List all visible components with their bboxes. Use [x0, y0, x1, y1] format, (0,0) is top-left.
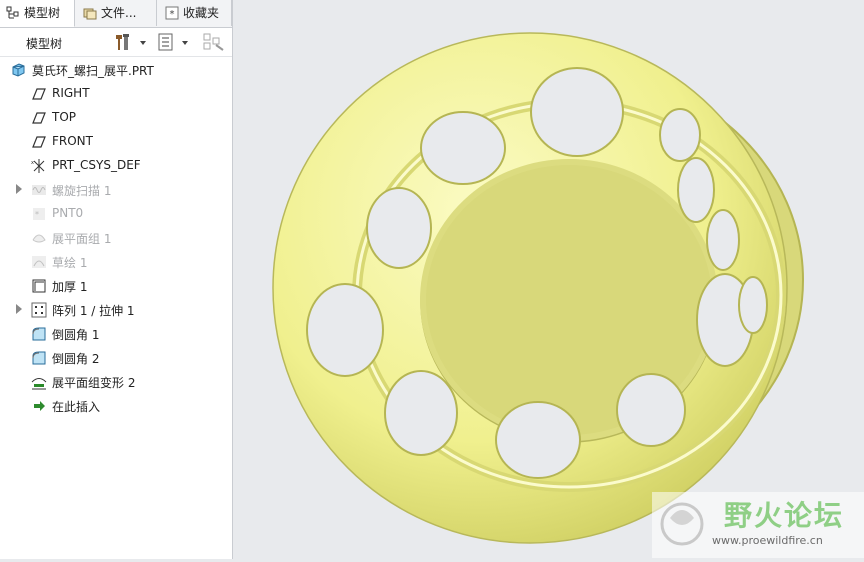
bearing-cage-3d-model: [272, 32, 804, 544]
tree-item-label: PRT_CSYS_DEF: [52, 158, 141, 172]
tab-folder-browser[interactable]: 文件...: [75, 0, 157, 26]
tree-item-datum-plane[interactable]: TOP: [0, 106, 232, 130]
tree-item-datum-plane[interactable]: RIGHT: [0, 82, 232, 106]
folder-browser-icon: [83, 8, 97, 20]
tree-toolbar: 模型树: [0, 28, 232, 57]
model-tree-icon: [6, 6, 19, 19]
tree-item-label: TOP: [52, 110, 77, 124]
tree-item-sketch[interactable]: 草绘 1: [0, 250, 232, 274]
tree-item-round[interactable]: 倒圆角 1: [0, 322, 232, 346]
insert-here-arrow-icon: [34, 401, 45, 411]
model-tree-panel: 模型树 文件... * 收藏夹 模型树 莫氏环_螺扫_展平.PRT RIGHT …: [0, 0, 233, 559]
tab-label: 模型树: [24, 6, 61, 20]
graphics-viewport[interactable]: [233, 0, 864, 559]
tree-item-thicken[interactable]: 加厚 1: [0, 274, 232, 298]
tree-item-datum-point[interactable]: * PNT0: [0, 202, 232, 226]
tree-item-label: 在此插入: [52, 400, 101, 414]
datum-plane-icon: [32, 136, 46, 148]
datum-point-icon: *: [33, 208, 45, 220]
favorites-icon: *: [165, 6, 179, 20]
tree-item-helical-sweep[interactable]: 螺旋扫描 1: [0, 178, 232, 202]
tab-model-tree[interactable]: 模型树: [0, 0, 75, 27]
tree-item-label: 展平面组变形 2: [52, 376, 136, 390]
thicken-icon: [32, 279, 46, 293]
tree-item-label: 草绘 1: [52, 256, 88, 270]
tree-item-label: FRONT: [52, 134, 93, 148]
tab-label: 收藏夹: [183, 6, 220, 20]
round-icon: [32, 351, 46, 365]
tree-title: 模型树: [26, 37, 63, 51]
tree-item-label: 阵列 1 / 拉伸 1: [52, 304, 135, 318]
coordinate-system-icon: x: [31, 159, 45, 173]
datum-plane-icon: [32, 88, 46, 100]
datum-plane-icon: [32, 112, 46, 124]
settings-tools-icon[interactable]: [114, 33, 150, 51]
tree-item-label: 展平面组 1: [52, 232, 112, 246]
tab-label: 文件...: [101, 6, 137, 20]
show-list-icon[interactable]: [156, 33, 192, 51]
expand-arrow-icon[interactable]: [16, 304, 22, 314]
navigator-tabs: 模型树 文件... * 收藏夹: [0, 0, 232, 28]
tree-item-label: PNT0: [52, 206, 84, 220]
filter-disabled-icon[interactable]: [202, 33, 226, 51]
tab-favorites[interactable]: * 收藏夹: [157, 0, 232, 26]
tree-item-label: RIGHT: [52, 86, 90, 100]
flatten-quilt-icon: [32, 234, 46, 243]
tree-item-round[interactable]: 倒圆角 2: [0, 346, 232, 370]
tree-item-flatten-deform[interactable]: 展平面组变形 2: [0, 370, 232, 394]
tree-item-label: 倒圆角 1: [52, 328, 100, 342]
sketch-icon: [32, 256, 46, 268]
tree-item-coordinate-system[interactable]: x PRT_CSYS_DEF: [0, 154, 232, 178]
pattern-icon: [31, 302, 47, 318]
watermark-title: 野火论坛: [724, 499, 845, 532]
flatten-deform-icon: [31, 378, 47, 390]
tree-root-label: 莫氏环_螺扫_展平.PRT: [32, 64, 154, 78]
tree-root-part[interactable]: 莫氏环_螺扫_展平.PRT: [0, 58, 232, 82]
tree-item-flatten-quilt[interactable]: 展平面组 1: [0, 226, 232, 250]
round-icon: [32, 327, 46, 341]
tree-item-insert-here-arrow[interactable]: 在此插入: [0, 394, 232, 418]
svg-text:*: *: [170, 9, 175, 20]
watermark-url: www.proewildfire.cn: [712, 534, 823, 547]
tree-item-pattern[interactable]: 阵列 1 / 拉伸 1: [0, 298, 232, 322]
svg-text:*: *: [35, 210, 39, 219]
tree-item-datum-plane[interactable]: FRONT: [0, 130, 232, 154]
tree-item-label: 倒圆角 2: [52, 352, 100, 366]
expand-arrow-icon[interactable]: [16, 184, 22, 194]
part-icon: [12, 63, 25, 77]
tree-item-label: 加厚 1: [52, 280, 88, 294]
tree-item-label: 螺旋扫描 1: [52, 184, 112, 198]
svg-text:x: x: [31, 160, 34, 166]
helical-sweep-icon: [32, 185, 46, 195]
